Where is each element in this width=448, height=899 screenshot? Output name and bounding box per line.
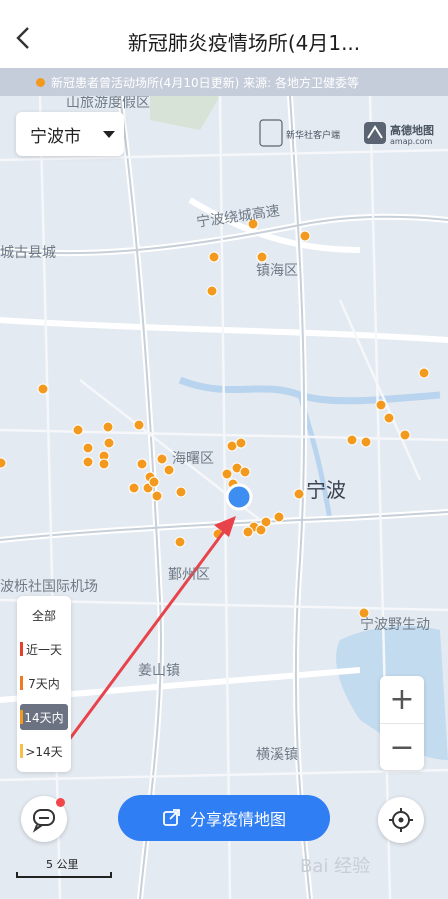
source-logos: 新华社客户端 高德地图 amap.com bbox=[258, 116, 438, 152]
filter-seven-days-label: 7天内 bbox=[28, 676, 60, 691]
scale-bar bbox=[16, 872, 112, 878]
filter-color-bar bbox=[20, 642, 23, 656]
app-header: 新冠肺炎疫情场所(4月1... bbox=[0, 0, 448, 68]
update-notice: 新冠患者曾活动场所(4月10日更新) 来源: 各地方卫健委等 bbox=[0, 68, 448, 96]
caret-down-icon bbox=[103, 130, 115, 138]
map-label-ningbo: 宁波 bbox=[306, 478, 346, 502]
marker-dot-icon bbox=[36, 77, 45, 87]
zoom-control: + − bbox=[380, 676, 424, 770]
map-label-zhenhai: 镇海区 bbox=[256, 263, 298, 279]
map-canvas[interactable]: 山旅游度假区 宁波绕城高速 镇海区 城古县城 海曙区 宁波 鄞州区 波栎社国际机… bbox=[0, 96, 448, 899]
amap-logo-text: 高德地图 bbox=[390, 124, 434, 137]
filter-over-fourteen-days-label: >14天 bbox=[25, 744, 63, 759]
filter-color-bar bbox=[20, 710, 23, 724]
chevron-left-icon bbox=[16, 27, 29, 49]
filter-one-day[interactable]: 近一天 bbox=[20, 636, 68, 662]
xinhua-logo-text: 新华社客户端 bbox=[286, 131, 341, 141]
share-map-button[interactable]: 分享疫情地图 bbox=[118, 795, 330, 841]
map-label-wildlife: 宁波野生动 bbox=[360, 617, 430, 633]
map-label-yinzhou: 鄞州区 bbox=[168, 567, 210, 583]
filter-color-bar bbox=[20, 676, 23, 690]
city-selector[interactable]: 宁波市 bbox=[16, 112, 124, 156]
scale-label: 5 公里 bbox=[46, 858, 79, 871]
map-label-hengxi: 横溪镇 bbox=[256, 747, 298, 763]
locate-button[interactable] bbox=[378, 797, 424, 843]
amap-url-text: amap.com bbox=[390, 137, 433, 146]
filter-color-bar bbox=[20, 744, 23, 758]
map-label-shanzhong: 山旅游度假区 bbox=[66, 96, 150, 111]
notification-badge bbox=[56, 798, 65, 807]
filter-all-label: 全部 bbox=[31, 608, 56, 623]
zoom-in-button[interactable]: + bbox=[380, 676, 424, 722]
current-location-marker bbox=[225, 483, 253, 511]
map-label-haishu: 海曙区 bbox=[172, 451, 214, 467]
zoom-out-button[interactable]: − bbox=[380, 723, 424, 770]
filter-fourteen-days[interactable]: 14天内 bbox=[20, 704, 68, 730]
page-title: 新冠肺炎疫情场所(4月1... bbox=[127, 31, 361, 55]
share-map-label: 分享疫情地图 bbox=[189, 810, 286, 829]
share-icon bbox=[163, 809, 180, 826]
city-selector-value: 宁波市 bbox=[30, 126, 81, 147]
watermark: Bai 经验 bbox=[300, 856, 371, 877]
crosshair-icon bbox=[389, 808, 413, 832]
filter-over-fourteen-days[interactable]: >14天 bbox=[20, 738, 68, 764]
filter-seven-days[interactable]: 7天内 bbox=[20, 670, 68, 696]
notice-text: 新冠患者曾活动场所(4月10日更新) 来源: 各地方卫健委等 bbox=[51, 75, 359, 90]
filter-fourteen-days-label: 14天内 bbox=[24, 710, 64, 725]
time-filter-panel: 全部 近一天 7天内 14天内 >14天 bbox=[17, 596, 71, 772]
map-scale: 5 公里 bbox=[16, 856, 112, 880]
filter-all[interactable]: 全部 bbox=[20, 602, 68, 628]
feedback-button[interactable] bbox=[21, 796, 67, 842]
map-label-jiangshan: 姜山镇 bbox=[138, 663, 180, 679]
map-label-cixi: 城古县城 bbox=[0, 245, 56, 261]
filter-one-day-label: 近一天 bbox=[25, 642, 62, 657]
back-button[interactable] bbox=[10, 24, 38, 52]
map-label-airport: 波栎社国际机场 bbox=[0, 579, 98, 595]
